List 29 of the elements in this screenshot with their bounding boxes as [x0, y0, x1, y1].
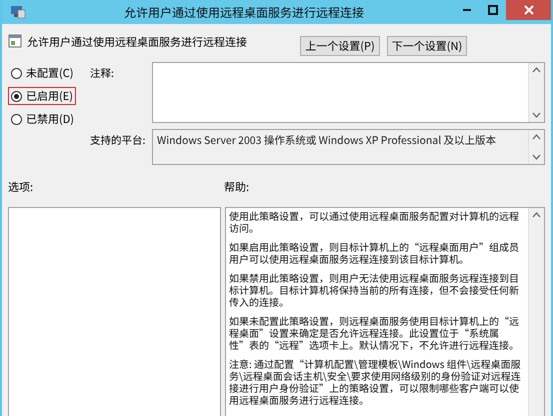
comment-label: 注释: [90, 65, 115, 81]
radio-option[interactable]: 未配置(C) [8, 64, 76, 82]
close-icon [524, 5, 534, 15]
scroll-down-icon[interactable] [532, 112, 541, 118]
policy-icon [8, 34, 22, 48]
radio-option[interactable]: 已禁用(D) [8, 110, 78, 128]
options-label: 选项: [8, 179, 34, 195]
help-label: 帮助: [224, 179, 250, 195]
app-icon [10, 5, 26, 19]
policy-name: 允许用户通过使用远程桌面服务进行远程连接 [27, 34, 247, 50]
scroll-down-icon[interactable] [532, 154, 541, 160]
help-paragraph: 如果禁用此策略设置，则用户无法使用远程桌面服务远程连接到目标计算机。目标计算机将保持当前的所有连接，但不会接受任何新传入的连接。 [229, 272, 520, 308]
scroll-up-icon[interactable] [532, 212, 541, 218]
help-paragraph: 使用此策略设置，可以通过使用远程桌面服务配置对计算机的远程访问。 [229, 210, 520, 234]
close-button[interactable] [506, 0, 551, 20]
platform-label: 支持的平台: [90, 132, 146, 148]
platform-text: Windows Server 2003 操作系统或 Windows XP Professional 及以上版本 [156, 132, 498, 150]
previous-setting-button[interactable]: 上一个设置(P) [300, 36, 380, 56]
comment-field[interactable] [152, 62, 545, 123]
scroll-up-icon[interactable] [532, 67, 541, 73]
scroll-up-icon[interactable] [532, 134, 541, 140]
maximize-icon [488, 5, 498, 15]
help-paragraph: 如果启用此策略设置，则目标计算机上的“远程桌面用户”组成员用户可以使用远程桌面服务远程连接到该目标计算机。 [229, 241, 520, 265]
highlighted-radio-option[interactable]: 已启用(E) [8, 87, 76, 105]
window-title: 允许用户通过使用远程桌面服务进行远程连接 [122, 4, 365, 20]
help-paragraph: 如果未配置此策略设置，则远程桌面服务使用目标计算机上的“远程桌面”设置来确定是否允许远程连接。此设置位于“系统属性”表的“远程”选项卡上。默认情况下，不允许进行远程连接。 [229, 315, 520, 351]
minimize-icon [463, 9, 471, 11]
help-paragraph: 注意: 通过配置“计算机配置\管理模板\Windows 组件\远程桌面服务\远程桌面会话主机\安全\要求使用网络级别的身份验证对远程连接进行用户身份验证”上的策略设置，可以限制哪些客户端可以使用远程桌面服务进行远程连接。 [229, 358, 522, 406]
next-setting-button[interactable]: 下一个设置(N) [387, 36, 467, 56]
